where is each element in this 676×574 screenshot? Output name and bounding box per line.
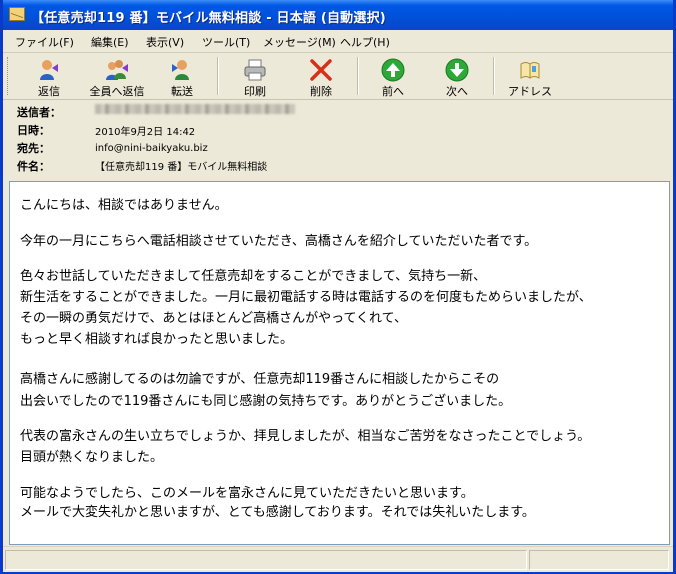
next-button[interactable]: 次へ: [433, 55, 481, 98]
reply-button[interactable]: 返信: [21, 55, 77, 98]
sender-redacted: [95, 104, 295, 114]
menu-bar: ファイル(F) 編集(E) 表示(V) ツール(T) メッセージ(M) ヘルプ(…: [3, 30, 673, 53]
printer-icon: [244, 59, 266, 81]
address-book-icon: [520, 62, 540, 79]
body-line: 出会いでしたので119番さんにも同じ感謝の気持ちです。ありがとうございました。: [20, 394, 512, 409]
body-line: 高橋さんに感謝してるのは勿論ですが、任意売却119番さんに相談したからこその: [20, 372, 500, 387]
body-line: 新生活をすることができました。一月に最初電話する時は電話するのを何度もためらいま…: [20, 290, 592, 305]
previous-button[interactable]: 前へ: [369, 55, 417, 98]
delete-x-icon: [310, 59, 332, 81]
addresses-button[interactable]: アドレス: [503, 55, 557, 98]
reply-all-icon: [106, 60, 128, 80]
menu-file[interactable]: ファイル(F): [15, 34, 74, 50]
title-bar[interactable]: 【任意売却119 番】モバイル無料相談 - 日本語 (自動選択): [3, 0, 673, 30]
to-value: info@nini-baikyaku.biz: [95, 143, 208, 154]
body-line: もっと早く相談すれば良かったと思いました。: [20, 332, 294, 347]
body-line: 色々お世話していただきまして任意売却をすることができまして、気持ち一新、: [20, 269, 487, 284]
delete-button[interactable]: 削除: [297, 55, 345, 98]
from-label: 送信者：: [17, 106, 61, 119]
toolbar-separator: [493, 57, 495, 95]
menu-edit[interactable]: 編集(E): [91, 34, 129, 50]
date-label: 日時：: [17, 124, 50, 137]
print-button[interactable]: 印刷: [231, 55, 279, 98]
menu-help[interactable]: ヘルプ(H): [340, 34, 390, 50]
toolbar-separator: [217, 57, 219, 95]
body-line: 目頭が熱くなりました。: [20, 450, 164, 465]
envelope-icon: [9, 7, 25, 21]
menu-view[interactable]: 表示(V): [146, 34, 184, 50]
body-line: その一瞬の勇気だけで、あとはほとんど高橋さんがやってくれて、: [20, 311, 408, 326]
body-line: メールで大変失礼かと思いますが、とても感謝しております。それでは失礼いたします。: [20, 505, 535, 520]
to-label: 宛先：: [17, 142, 50, 155]
up-arrow-icon: [381, 58, 405, 82]
status-bar: [3, 546, 673, 572]
body-line: 可能なようでしたら、このメールを富永さんに見ていただきたいと思います。: [20, 486, 474, 501]
window-title: 【任意売却119 番】モバイル無料相談 - 日本語 (自動選択): [31, 11, 386, 26]
forward-button[interactable]: 転送: [157, 55, 207, 98]
toolbar-grip[interactable]: [7, 57, 11, 95]
reply-all-button[interactable]: 全員へ返信: [83, 55, 151, 98]
down-arrow-icon: [445, 58, 469, 82]
body-line: 代表の富永さんの生い立ちでしょうか、拝見しましたが、相当なご苦労をなさったことで…: [20, 429, 591, 444]
body-line: 今年の一月にこちらへ電話相談させていただき、高橋さんを紹介していただいた者です。: [20, 234, 538, 249]
forward-icon: [172, 60, 189, 80]
status-pane: [5, 550, 527, 570]
subject-label: 件名：: [17, 160, 50, 173]
reply-icon: [40, 60, 58, 80]
menu-message[interactable]: メッセージ(M): [263, 34, 336, 50]
message-window: 【任意売却119 番】モバイル無料相談 - 日本語 (自動選択) ファイル(F)…: [0, 0, 676, 574]
subject-value: 【任意売却119 番】モバイル無料相談: [95, 162, 268, 173]
message-header: 送信者： 日時： 2010年9月2日 14:42 宛先： info@nini-b…: [3, 100, 673, 178]
menu-tools[interactable]: ツール(T): [202, 34, 250, 50]
body-line: こんにちは、相談ではありません。: [20, 198, 228, 213]
toolbar-separator: [357, 57, 359, 95]
status-pane: [529, 550, 669, 570]
toolbar: 返信 全員へ返信 転送 印刷 削除 前へ 次へ アドレス: [3, 53, 673, 100]
message-body[interactable]: こんにちは、相談ではありません。 今年の一月にこちらへ電話相談させていただき、高…: [9, 181, 670, 545]
date-value: 2010年9月2日 14:42: [95, 127, 196, 138]
